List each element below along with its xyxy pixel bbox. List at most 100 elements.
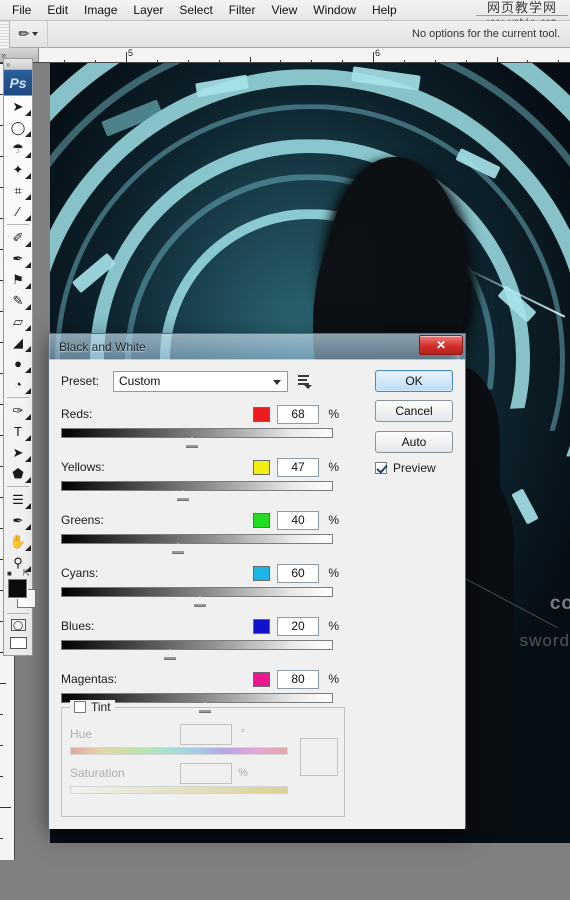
menu-item-view[interactable]: View: [263, 1, 305, 19]
menu-item-filter[interactable]: Filter: [221, 1, 264, 19]
dodge-tool[interactable]: ◔: [4, 374, 32, 395]
menu-item-help[interactable]: Help: [364, 1, 405, 19]
slider-value-cyans[interactable]: 60: [277, 564, 319, 583]
tint-color-preview[interactable]: [300, 738, 338, 776]
ok-button[interactable]: OK: [375, 370, 453, 392]
clone-stamp-icon: ⚑: [12, 272, 24, 288]
lasso-tool[interactable]: ☂: [4, 138, 32, 159]
tool-more-indicator-icon: [25, 215, 31, 221]
slider-value-yellows[interactable]: 47: [277, 458, 319, 477]
dialog-title-bar[interactable]: Black and White ✕: [49, 334, 465, 360]
type-tool[interactable]: T: [4, 421, 32, 442]
slider-track-wrap-greens[interactable]: [61, 534, 339, 553]
horizontal-ruler-ticks: 567: [39, 48, 570, 63]
slider-value-magentas[interactable]: 80: [277, 670, 319, 689]
ruler-label: 6: [373, 48, 380, 58]
tool-more-indicator-icon: [25, 388, 31, 394]
move-tool[interactable]: ➤: [4, 96, 32, 117]
pen-tool[interactable]: ✑: [4, 400, 32, 421]
slider-track-greens[interactable]: [61, 534, 333, 544]
healing-brush-tool[interactable]: ✐: [4, 227, 32, 248]
close-icon[interactable]: ✕: [419, 335, 463, 355]
gradient-tool[interactable]: ◢: [4, 332, 32, 353]
slider-track-wrap-reds[interactable]: [61, 428, 339, 447]
tool-more-indicator-icon: [25, 503, 31, 509]
menu-item-edit[interactable]: Edit: [39, 1, 76, 19]
foreground-color-swatch[interactable]: [8, 579, 27, 598]
cancel-button[interactable]: Cancel: [375, 400, 453, 422]
slider-label-yellows: Yellows:: [61, 460, 253, 474]
slider-track-wrap-yellows[interactable]: [61, 481, 339, 500]
toolbox-grip[interactable]: »: [4, 59, 32, 70]
crop-tool[interactable]: ⌗: [4, 180, 32, 201]
color-swatches[interactable]: ■ ⇱: [7, 577, 30, 611]
history-brush-tool[interactable]: ✎: [4, 290, 32, 311]
notes-icon: ☰: [12, 492, 24, 508]
blur-icon: ●: [14, 356, 22, 371]
tool-more-indicator-icon: [25, 367, 31, 373]
quick-mask-toggle[interactable]: ◯: [4, 616, 32, 634]
clone-stamp-tool[interactable]: ⚑: [4, 269, 32, 290]
current-tool-preset-button[interactable]: ✎: [10, 21, 48, 48]
ruler-label: 5: [126, 48, 133, 58]
saturation-slider-track[interactable]: [70, 786, 288, 794]
slider-unit-reds: %: [319, 407, 339, 421]
saturation-input[interactable]: [180, 763, 232, 784]
blur-tool[interactable]: ●: [4, 353, 32, 374]
slice-tool[interactable]: ∕: [4, 201, 32, 222]
hue-slider-track[interactable]: [70, 747, 288, 755]
slider-header-cyans: Cyans: 60%: [61, 562, 339, 584]
menu-item-select[interactable]: Select: [171, 1, 220, 19]
options-bar-message: No options for the current tool.: [412, 28, 570, 40]
preset-options-icon[interactable]: [296, 373, 312, 389]
eraser-tool[interactable]: ▱: [4, 311, 32, 332]
slider-thumb-yellows[interactable]: [177, 490, 189, 498]
path-selection-tool[interactable]: ➤: [4, 442, 32, 463]
toolbox-divider: [7, 397, 29, 398]
slider-value-reds[interactable]: 68: [277, 405, 319, 424]
slider-thumb-greens[interactable]: [172, 543, 184, 551]
hue-input[interactable]: [180, 724, 232, 745]
notes-tool[interactable]: ☰: [4, 489, 32, 510]
preview-row[interactable]: Preview: [375, 461, 453, 475]
slider-row-greens: Greens: 40%: [61, 509, 339, 553]
slider-track-wrap-blues[interactable]: [61, 640, 339, 659]
shape-tool[interactable]: ⬟: [4, 463, 32, 484]
slider-unit-greens: %: [319, 513, 339, 527]
brush-tool[interactable]: ✒: [4, 248, 32, 269]
menu-item-layer[interactable]: Layer: [125, 1, 171, 19]
default-colors-icon[interactable]: ■: [7, 569, 12, 578]
saturation-row: Saturation %: [70, 761, 336, 785]
hand-tool[interactable]: ✋: [4, 531, 32, 552]
marquee-tool[interactable]: ◯: [4, 117, 32, 138]
magic-wand-tool[interactable]: ✦: [4, 159, 32, 180]
tint-header[interactable]: Tint: [70, 700, 115, 714]
slider-value-greens[interactable]: 40: [277, 511, 319, 530]
slider-value-blues[interactable]: 20: [277, 617, 319, 636]
swap-colors-icon[interactable]: ⇱: [22, 568, 30, 579]
slider-unit-blues: %: [319, 619, 339, 633]
preset-dropdown[interactable]: Custom: [113, 371, 288, 392]
slider-track-wrap-cyans[interactable]: [61, 587, 339, 606]
screen-mode-button[interactable]: [4, 634, 32, 652]
slider-thumb-cyans[interactable]: [194, 596, 206, 604]
slider-header-yellows: Yellows: 47%: [61, 456, 339, 478]
tint-checkbox[interactable]: [74, 701, 86, 713]
saturation-label: Saturation: [70, 766, 180, 780]
slider-track-blues[interactable]: [61, 640, 333, 650]
slider-unit-cyans: %: [319, 566, 339, 580]
slider-thumb-blues[interactable]: [164, 649, 176, 657]
auto-button[interactable]: Auto: [375, 431, 453, 453]
slider-track-yellows[interactable]: [61, 481, 333, 491]
preview-checkbox[interactable]: [375, 462, 387, 474]
hue-label: Hue: [70, 727, 180, 741]
artwork-text-co: co: [550, 593, 570, 615]
menu-item-file[interactable]: File: [4, 1, 39, 19]
eyedropper-tool[interactable]: ✒: [4, 510, 32, 531]
options-bar-grip[interactable]: [0, 21, 10, 48]
path-selection-icon: ➤: [13, 445, 24, 461]
healing-brush-icon: ✐: [13, 230, 24, 246]
menu-item-image[interactable]: Image: [76, 1, 125, 19]
slider-thumb-reds[interactable]: [186, 437, 198, 445]
menu-item-window[interactable]: Window: [305, 1, 364, 19]
